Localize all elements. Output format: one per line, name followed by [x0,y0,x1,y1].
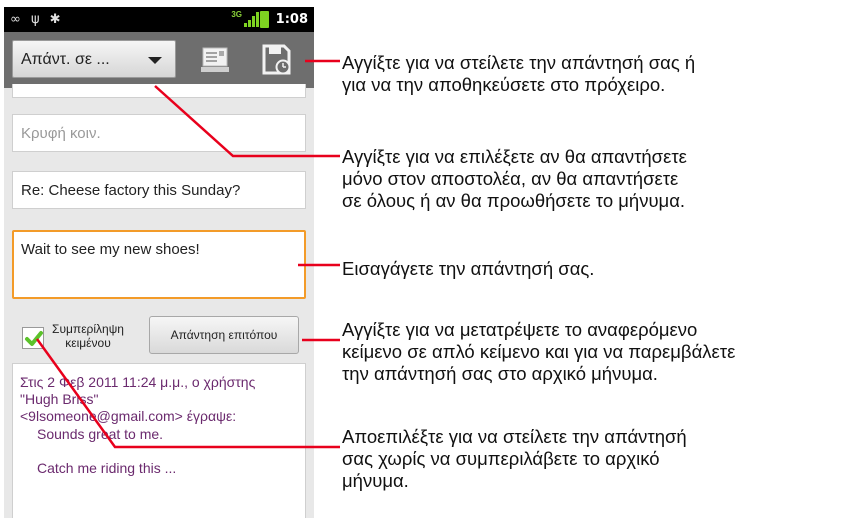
annotation-line: μήνυμα. [342,470,409,491]
annotation-line: Αποεπιλέξτε για να στείλετε την απάντησή [342,426,687,447]
annotation-reply-mode: Αγγίξτε για να επιλέξετε αν θα απαντήσετ… [342,146,687,212]
leader-line-reply-mode [154,85,340,158]
annotation-uncheck: Αποεπιλέξτε για να στείλετε την απάντησή… [342,426,687,492]
annotation-line: κείμενο σε απλό κείμενο και για να παρεμ… [342,341,736,362]
annotation-line: την απάντησή σας στο αρχικό μήνυμα. [342,363,658,384]
annotation-body: Εισαγάγετε την απάντησή σας. [342,258,594,280]
leader-line-checkbox [35,338,340,449]
annotation-send: Αγγίξτε για να στείλετε την απάντησή σας… [342,52,695,96]
annotation-line: για να την αποθηκεύσετε στο πρόχειρο. [342,74,666,95]
annotation-line: Αγγίξτε για να επιλέξετε αν θα απαντήσετ… [342,146,687,167]
annotation-line: Αγγίξτε για να μετατρέψετε το αναφερόμεν… [342,319,698,340]
annotation-line: Εισαγάγετε την απάντησή σας. [342,258,595,279]
annotation-line: Αγγίξτε για να στείλετε την απάντησή σας… [342,52,696,73]
annotation-line: μόνο στον αποστολέα, αν θα απαντήσετε [342,168,679,189]
annotation-line: σε όλους ή αν θα προωθήσετε το μήνυμα. [342,190,686,211]
annotation-inline: Αγγίξτε για να μετατρέψετε το αναφερόμεν… [342,319,735,385]
annotation-line: σας χωρίς να συμπεριλάβετε το αρχικό [342,448,660,469]
